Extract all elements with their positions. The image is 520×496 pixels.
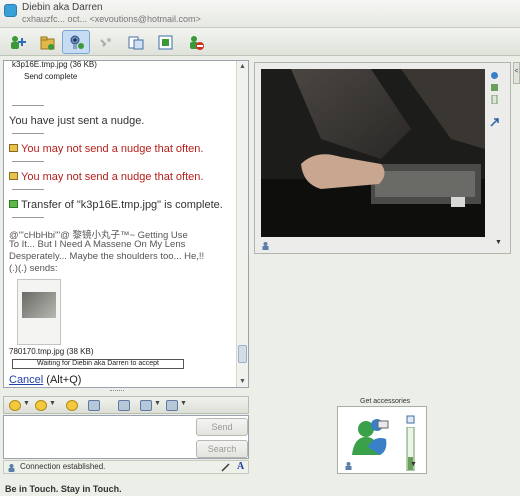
pane-splitter[interactable] [110,390,124,392]
scroll-up-icon[interactable]: ▲ [239,63,246,70]
contact-subtitle: cxhauzfc... oct... <xevoutions@hotmail.c… [22,14,201,24]
contact-name: Diebin aka Darren [22,2,103,13]
send-button[interactable]: Send [196,418,248,436]
chevron-down-icon[interactable]: ▼ [23,400,30,407]
transfer-icon [9,200,18,208]
cancel-link[interactable]: Cancel [9,374,43,386]
volume-slider[interactable] [490,95,499,104]
games-button[interactable] [151,30,179,54]
get-accessories-link[interactable]: Get accessories [360,398,410,405]
webcam-settings-icon[interactable] [490,71,499,80]
received-image-thumbnail[interactable] [17,279,61,345]
title-bar: Diebin aka Darren cxhauzfc... oct... <xe… [0,0,520,28]
nudge-limit-message: You may not send a nudge that often. [9,143,203,155]
chevron-down-icon[interactable]: ▼ [410,461,417,468]
collapse-panel-button[interactable]: < [513,62,520,84]
divider [12,217,44,218]
font-icon[interactable] [118,400,130,411]
block-button[interactable] [181,30,209,54]
send-files-icon [40,36,55,50]
formatting-toolbar: ▼ ▼ ▼ ▼ [3,396,249,414]
audio-button[interactable] [91,30,119,54]
audio-icon [100,38,111,47]
msn-icon [4,4,17,17]
chevron-down-icon[interactable]: ▼ [154,400,161,407]
thumbnail-caption: 780170.tmp.jpg (38 KB) [9,347,94,356]
sender-line: To It... But I Need A Massene On My Lens [9,239,186,250]
search-button[interactable]: Search [196,440,248,458]
webcam-frame-image [261,69,485,237]
divider [12,105,44,106]
connection-icon [8,464,15,472]
voice-clip-icon[interactable] [88,400,100,411]
waiting-for-accept-box: Waiting for Diebin aka Darren to accept [12,359,184,369]
sender-line: (.)(.) sends: [9,263,58,274]
message-input[interactable]: Send Search [3,415,249,459]
font-a-icon[interactable]: A [237,461,244,472]
chevron-left-icon: < [514,68,519,75]
transfer-complete-text: Transfer of "k3p16E.tmp.jpg" is complete… [21,199,223,211]
chat-scrollbar[interactable]: ▲ ▼ [236,61,248,387]
webcam-icon [70,35,84,49]
nudge-limit-message: You may not send a nudge that often. [9,171,203,183]
send-complete-text: Send complete [24,72,78,81]
status-bar: Connection established. A [3,460,249,474]
transfer-complete-message: Transfer of "k3p16E.tmp.jpg" is complete… [9,199,223,211]
nudge-limit-text: You may not send a nudge that often. [21,171,204,183]
nudge-icon[interactable] [66,400,78,411]
scroll-down-icon[interactable]: ▼ [239,378,246,385]
webcam-button[interactable] [62,30,90,54]
msn-buddy-avatar [344,413,396,457]
nudge-sent-message: You have just sent a nudge. [9,115,145,127]
image-preview [22,292,56,318]
wink-icon[interactable] [35,400,47,411]
webcam-video [261,69,485,237]
toolbar [0,28,520,56]
scroll-thumb[interactable] [238,345,247,363]
display-picture-icon[interactable] [261,241,270,250]
send-files-button[interactable] [33,30,61,54]
divider [12,133,44,134]
chevron-down-icon[interactable]: ▼ [49,400,56,407]
emoticon-icon[interactable] [9,400,21,411]
invite-button[interactable] [3,30,31,54]
warning-icon [9,172,18,180]
nudge-limit-text: You may not send a nudge that often. [21,143,204,155]
conversation-history[interactable]: k3p16E.tmp.jpg (36 KB) Send complete You… [3,60,249,388]
background-icon[interactable] [140,400,152,411]
sender-line: Desperately... Maybe the shoulders too..… [9,251,205,262]
edit-picture-icon[interactable] [406,415,415,424]
chevron-down-icon[interactable]: ▼ [495,239,502,246]
activities-icon [128,36,144,50]
webcam-panel: ▼ [254,62,511,254]
activities-button[interactable] [121,30,149,54]
display-picture-icon[interactable] [344,461,353,470]
footer-slogan: Be in Touch. Stay in Touch. [5,484,122,494]
cancel-shortcut: (Alt+Q) [43,374,82,386]
games-icon [158,35,173,50]
expand-icon[interactable] [490,118,499,127]
warning-icon [9,144,18,152]
my-display-picture-panel: ▼ [337,406,427,474]
divider [12,161,44,162]
connection-status: Connection established. [20,462,106,471]
file-name-top: k3p16E.tmp.jpg (36 KB) [12,60,97,69]
chevron-down-icon[interactable]: ▼ [180,400,187,407]
block-icon [190,36,204,50]
volume-icon[interactable] [490,83,499,92]
cancel-line: Cancel (Alt+Q) [9,374,81,386]
invite-icon [11,36,26,49]
theme-icon[interactable] [166,400,178,411]
pen-icon[interactable] [220,462,231,473]
divider [12,189,44,190]
